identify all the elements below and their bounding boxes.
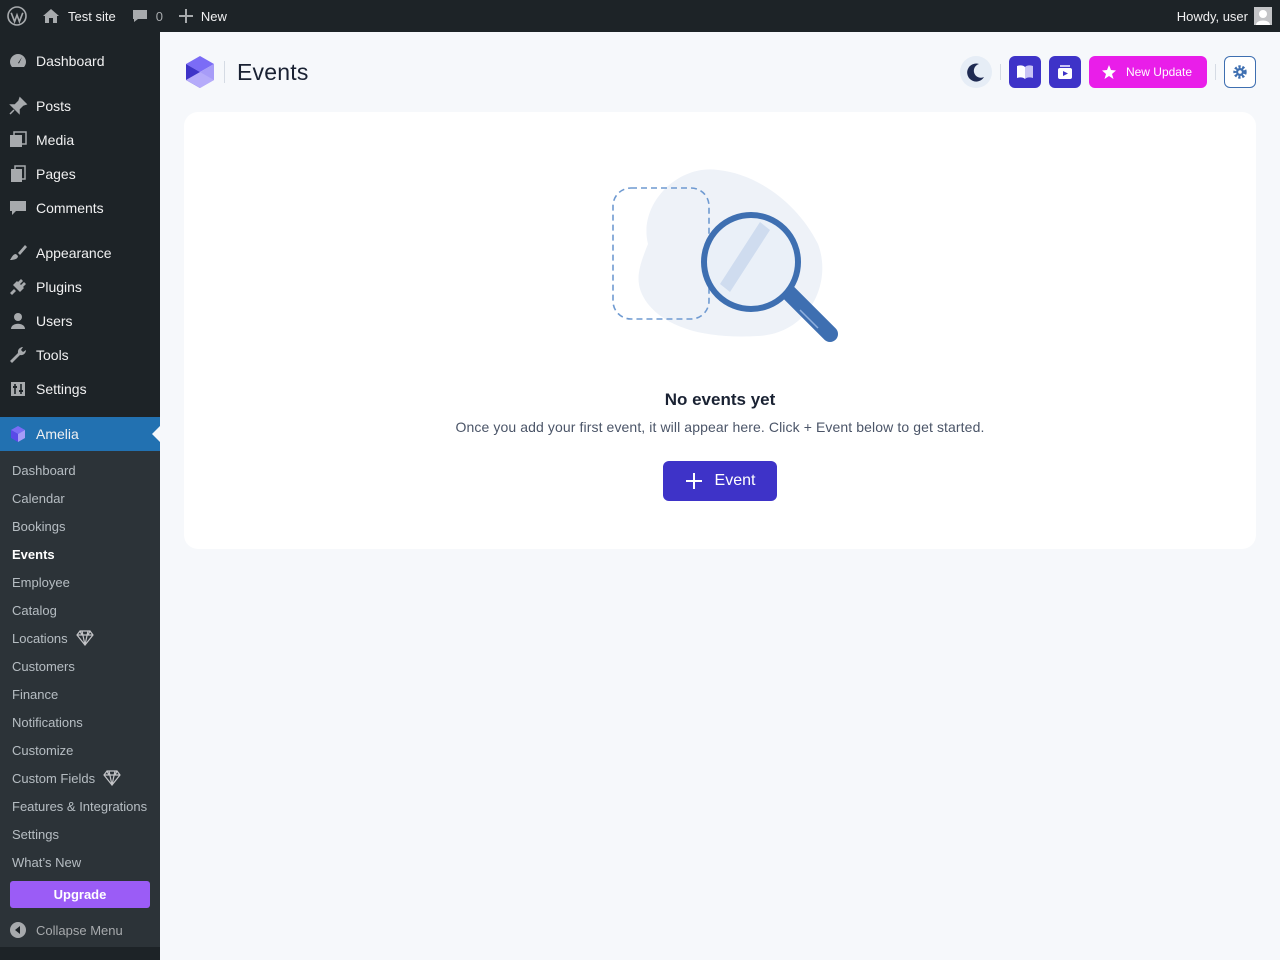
comments-count: 0 (155, 8, 163, 24)
video-tutorials-button[interactable] (1048, 56, 1081, 88)
upgrade-button[interactable]: Upgrade (10, 881, 150, 908)
admin-sidebar: Dashboard Posts Media Pages Comments App… (0, 32, 160, 960)
collapse-menu-button[interactable]: Collapse Menu (0, 918, 123, 942)
menu-label: Users (36, 313, 73, 329)
site-name-link[interactable]: Test site (34, 0, 124, 32)
howdy-text: Howdy, user (1176, 8, 1248, 24)
submenu-finance[interactable]: Finance (12, 684, 58, 704)
site-name: Test site (68, 8, 116, 24)
diamond-icon (75, 630, 94, 646)
pin-icon (0, 96, 36, 116)
empty-search-illustration (612, 169, 838, 342)
submenu-whats-new[interactable]: What’s New (12, 852, 81, 872)
star-sparkle-icon (1101, 65, 1116, 79)
submenu-custom-fields[interactable]: Custom Fields (12, 768, 121, 788)
header-divider (224, 61, 225, 83)
submenu-events[interactable]: Events (12, 544, 55, 564)
new-label: New (200, 8, 227, 24)
new-update-button[interactable]: New Update (1088, 56, 1207, 88)
page-header: Events (184, 52, 309, 92)
settings-icon (0, 379, 36, 399)
menu-amelia[interactable]: Amelia (0, 417, 160, 451)
menu-media[interactable]: Media (0, 123, 160, 157)
admin-bar: Test site 0 New Howdy, user (0, 0, 1280, 32)
header-divider (999, 64, 1001, 80)
settings-gear-button[interactable] (1224, 56, 1256, 88)
menu-posts[interactable]: Posts (0, 89, 160, 123)
submenu-catalog[interactable]: Catalog (12, 600, 57, 620)
submenu-bookings[interactable]: Bookings (12, 516, 65, 536)
new-content-link[interactable]: New (171, 0, 235, 32)
book-icon (1016, 65, 1033, 79)
my-account[interactable]: Howdy, user (1177, 0, 1280, 32)
menu-label: Amelia (36, 426, 79, 442)
menu-users[interactable]: Users (0, 304, 160, 338)
menu-settings[interactable]: Settings (0, 372, 160, 406)
amelia-logo-icon (186, 56, 214, 88)
amelia-icon (0, 424, 36, 444)
menu-plugins[interactable]: Plugins (0, 270, 160, 304)
user-icon (0, 311, 36, 331)
amelia-submenu: Dashboard Calendar Bookings Events Emplo… (0, 451, 160, 947)
collapse-arrow-icon (0, 921, 36, 939)
submenu-calendar[interactable]: Calendar (12, 488, 65, 508)
moon-icon (967, 63, 984, 82)
submenu-dashboard[interactable]: Dashboard (12, 460, 76, 480)
collapse-label: Collapse Menu (36, 922, 123, 938)
empty-state-title: No events yet (664, 390, 776, 409)
pages-icon (0, 164, 36, 184)
submenu-notifications[interactable]: Notifications (12, 712, 83, 732)
menu-label: Dashboard (36, 53, 105, 69)
menu-label: Comments (36, 200, 104, 216)
submenu-label: Custom Fields (12, 770, 96, 786)
media-icon (0, 130, 36, 150)
submenu-employee[interactable]: Employee (12, 572, 70, 592)
menu-dashboard[interactable]: Dashboard (0, 44, 160, 78)
dark-mode-toggle[interactable] (959, 56, 992, 88)
menu-pages[interactable]: Pages (0, 157, 160, 191)
menu-label: Appearance (36, 245, 112, 261)
menu-tools[interactable]: Tools (0, 338, 160, 372)
plus-icon (178, 9, 193, 23)
home-icon (43, 9, 59, 23)
menu-label: Settings (36, 381, 87, 397)
menu-label: Plugins (36, 279, 82, 295)
add-event-button[interactable]: Event (663, 461, 777, 501)
menu-comments[interactable]: Comments (0, 191, 160, 225)
comments-link[interactable]: 0 (124, 0, 171, 32)
menu-appearance[interactable]: Appearance (0, 236, 160, 270)
diamond-icon (103, 770, 121, 786)
submenu-features-integrations[interactable]: Features & Integrations (12, 796, 147, 816)
submenu-locations[interactable]: Locations (12, 628, 94, 648)
comment-icon (0, 198, 36, 218)
avatar (1254, 7, 1272, 25)
current-menu-arrow (152, 426, 160, 442)
wordpress-logo-icon[interactable] (0, 0, 34, 32)
add-event-label: Event (714, 472, 756, 489)
submenu-label: Locations (12, 630, 68, 646)
dashboard-icon (0, 51, 36, 71)
brush-icon (0, 243, 36, 263)
wrench-icon (0, 345, 36, 365)
header-divider (1215, 64, 1216, 80)
submenu-customers[interactable]: Customers (12, 656, 75, 676)
submenu-customize[interactable]: Customize (12, 740, 73, 760)
gear-icon (1233, 65, 1247, 79)
page-title: Events (237, 58, 309, 85)
comment-bubble-icon (132, 10, 147, 22)
menu-label: Tools (36, 347, 69, 363)
submenu-settings[interactable]: Settings (12, 824, 59, 844)
plus-icon (685, 473, 702, 489)
documentation-button[interactable] (1008, 56, 1041, 88)
header-actions: New Update (959, 55, 1256, 89)
new-update-label: New Update (1125, 65, 1192, 79)
video-icon (1057, 65, 1072, 79)
empty-state-description: Once you add your first event, it will a… (455, 419, 985, 435)
menu-label: Posts (36, 98, 72, 114)
plug-icon (0, 277, 36, 297)
menu-label: Pages (36, 166, 76, 182)
events-empty-state-card: No events yet Once you add your first ev… (184, 112, 1256, 549)
menu-label: Media (36, 132, 75, 148)
